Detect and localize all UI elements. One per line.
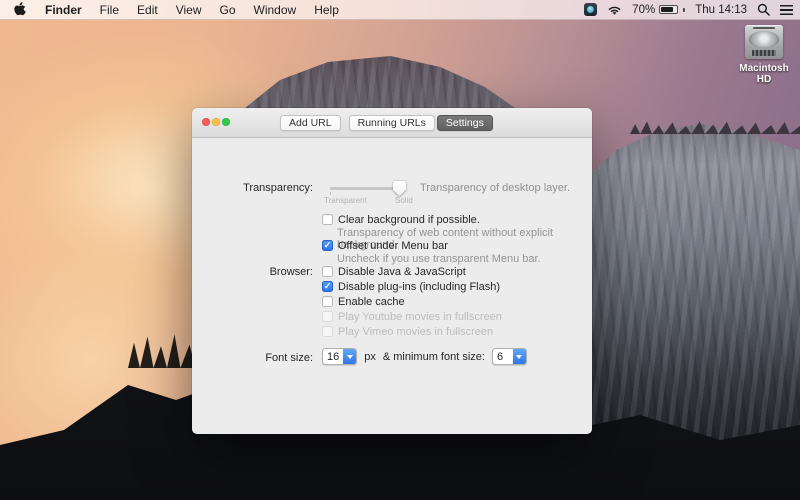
app-status-icon[interactable] — [584, 3, 598, 16]
offset-menubar-subtext: Uncheck if you use transparent Menu bar. — [337, 253, 541, 265]
menu-bar: Finder File Edit View Go Window Help 70% — [0, 0, 800, 20]
apple-logo-icon — [14, 2, 26, 16]
checkbox-box[interactable] — [322, 296, 333, 307]
slider-tick — [330, 192, 331, 195]
hard-drive-icon — [745, 25, 783, 59]
menu-item-window[interactable]: Window — [245, 0, 306, 19]
font-size-label: Font size: — [265, 352, 313, 364]
checkbox-box[interactable] — [322, 266, 333, 277]
min-font-size-popup[interactable]: 6 — [491, 348, 527, 365]
settings-pane: Transparency: Transparent Solid Transpar… — [192, 138, 592, 434]
menu-item-view[interactable]: View — [167, 0, 211, 19]
checkbox-label: Disable plug-ins (including Flash) — [338, 280, 501, 293]
notification-center-icon[interactable] — [780, 4, 793, 15]
popup-arrows-icon — [512, 349, 526, 364]
toolbar-tabs: Add URL Running URLs Settings — [280, 115, 493, 131]
slider-thumb[interactable] — [393, 181, 406, 196]
menu-bar-status-area: 70% Thu 14:13 — [584, 0, 793, 19]
font-size-row: 16 px & minimum font size: 6 — [322, 348, 527, 365]
zoom-button[interactable] — [222, 118, 230, 126]
slider-min-label: Transparent — [324, 196, 367, 205]
font-size-value: 16 — [327, 350, 340, 363]
menu-bar-clock[interactable]: Thu 14:13 — [695, 4, 747, 16]
tab-settings[interactable]: Settings — [436, 115, 493, 131]
desktop-volume-macintosh-hd[interactable]: Macintosh HD — [736, 25, 792, 85]
menu-item-file[interactable]: File — [91, 0, 128, 19]
transparency-description: Transparency of desktop layer. — [420, 182, 571, 194]
font-size-unit: px — [364, 350, 376, 363]
checkbox-disable-java[interactable]: Disable Java & JavaScript — [322, 265, 466, 278]
close-button[interactable] — [202, 118, 210, 126]
checkbox-vimeo-fullscreen: Play Vimeo movies in fullscreen — [322, 325, 493, 338]
menu-item-help[interactable]: Help — [305, 0, 348, 19]
transparency-label: Transparency: — [243, 182, 313, 194]
checkbox-offset-menubar[interactable]: ✓ Offset under Menu bar — [322, 239, 448, 252]
transparency-slider[interactable] — [330, 181, 406, 196]
battery-percent-label: 70% — [632, 3, 656, 16]
checkbox-label: Disable Java & JavaScript — [338, 265, 466, 278]
checkbox-label: Offset under Menu bar — [338, 239, 448, 252]
settings-window: Add URL Running URLs Settings Transparen… — [192, 108, 592, 434]
checkbox-box[interactable] — [322, 214, 333, 225]
popup-arrows-icon — [343, 349, 357, 364]
menu-bar-left: Finder File Edit View Go Window Help — [0, 0, 348, 19]
menu-item-go[interactable]: Go — [211, 0, 245, 19]
slider-max-label: Solid — [395, 196, 413, 205]
checkbox-label: Play Youtube movies in fullscreen — [338, 310, 502, 323]
browser-group-label: Browser: — [269, 266, 313, 278]
checkbox-youtube-fullscreen: Play Youtube movies in fullscreen — [322, 310, 502, 323]
window-titlebar[interactable]: Add URL Running URLs Settings — [192, 108, 592, 138]
min-font-size-value: 6 — [496, 350, 504, 363]
checkbox-enable-cache[interactable]: Enable cache — [322, 295, 405, 308]
checkbox-box[interactable]: ✓ — [322, 281, 333, 292]
menu-item-finder[interactable]: Finder — [36, 0, 91, 19]
battery-nub — [683, 7, 686, 12]
checkbox-box[interactable]: ✓ — [322, 240, 333, 251]
volume-label: Macintosh HD — [739, 63, 789, 85]
min-font-size-label: & minimum font size: — [382, 350, 485, 363]
wifi-icon[interactable] — [607, 4, 622, 15]
battery-menu-extra[interactable]: 70% — [632, 3, 686, 16]
checkbox-label: Enable cache — [338, 295, 405, 308]
font-size-popup[interactable]: 16 — [322, 348, 358, 365]
desktop-screen: Macintosh HD Finder File Edit View Go Wi… — [0, 0, 800, 500]
apple-menu[interactable] — [11, 0, 36, 19]
checkbox-box — [322, 326, 333, 337]
tab-add-url[interactable]: Add URL — [280, 115, 341, 131]
checkbox-clear-background[interactable]: Clear background if possible. — [322, 213, 480, 226]
battery-icon — [659, 5, 679, 14]
checkbox-disable-plugins[interactable]: ✓ Disable plug-ins (including Flash) — [322, 280, 500, 293]
spotlight-icon[interactable] — [757, 3, 770, 16]
checkbox-label: Play Vimeo movies in fullscreen — [338, 325, 494, 338]
tab-running-urls[interactable]: Running URLs — [348, 115, 435, 131]
checkbox-label: Clear background if possible. — [338, 213, 480, 226]
minimize-button[interactable] — [212, 118, 220, 126]
checkbox-box — [322, 311, 333, 322]
menu-item-edit[interactable]: Edit — [128, 0, 167, 19]
